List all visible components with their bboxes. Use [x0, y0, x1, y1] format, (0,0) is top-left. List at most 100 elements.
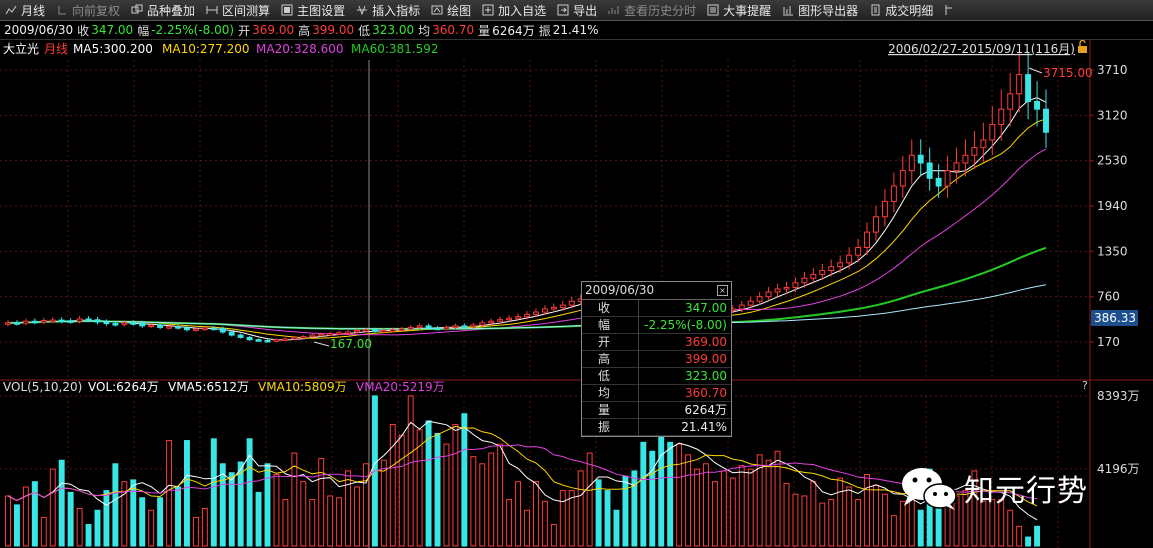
volume-bar — [873, 484, 879, 547]
volume-bar — [282, 499, 289, 547]
tooltip-value: 6264万 — [684, 403, 727, 417]
draw-icon — [431, 4, 443, 16]
quote-bar: 2009/06/30 收 347.00 幅 -2.25%(-8.00) 开 369.0… — [0, 21, 1153, 40]
toolbar-item-12[interactable]: 成交明细 — [864, 0, 939, 20]
volume-bar — [479, 463, 486, 547]
open-value: 369.00 — [252, 23, 295, 37]
tooltip-key: 开 — [582, 334, 639, 350]
volume-bar — [309, 499, 316, 547]
candle-body — [416, 325, 423, 328]
volume-bar — [694, 468, 700, 547]
news-icon — [707, 4, 719, 16]
volume-bar — [94, 509, 101, 547]
help-mark[interactable]: ? — [1082, 379, 1088, 392]
candle-body — [237, 334, 244, 338]
candle-body — [828, 266, 835, 272]
volume-bar — [255, 491, 262, 547]
volume-bar — [389, 423, 396, 547]
volume-bar — [703, 463, 709, 547]
toolbar-item-7[interactable]: 加入自选 — [477, 0, 552, 20]
candle-body — [175, 326, 181, 329]
toolbar-item-8[interactable]: 导出 — [552, 0, 603, 20]
watermark-text: 知元行势 — [964, 474, 1088, 509]
tooltip-key: 均 — [582, 385, 639, 401]
volume-bar — [264, 463, 271, 547]
tooltip-key: 低 — [582, 368, 639, 384]
volume-bar — [855, 499, 862, 547]
candle-body — [184, 327, 190, 331]
current-price: 386.33 — [1094, 311, 1136, 325]
watermark: 知元行势 — [900, 466, 1088, 510]
candle-body — [1007, 93, 1014, 110]
avg-label: 均 — [418, 23, 431, 38]
candle-body — [559, 304, 566, 308]
candle-body — [398, 328, 405, 331]
volume-bar — [1007, 509, 1014, 547]
toolbar-item-4[interactable]: 主图设置 — [276, 0, 351, 20]
candle-body — [371, 329, 378, 332]
candle-body — [801, 277, 808, 284]
date-range[interactable]: 2006/02/27-2015/09/11(116月) — [888, 42, 1075, 56]
candle-body — [362, 329, 369, 332]
tooltip-value: 347.00 — [685, 301, 727, 315]
toolbar-item-3[interactable]: 区间测算 — [201, 0, 276, 20]
toolbar-item-9[interactable]: 查看历史分时 — [603, 0, 702, 20]
tooltip-close-icon[interactable]: × — [717, 285, 728, 296]
settings-icon — [281, 4, 293, 16]
history-icon — [608, 4, 620, 16]
volume-bar — [658, 434, 665, 547]
volume-bar — [846, 486, 853, 547]
volume-bar — [67, 491, 74, 547]
volume-bar — [604, 490, 611, 547]
price-tick-label: 170 — [1097, 335, 1120, 349]
close-label: 收 — [77, 23, 90, 38]
candle-body — [255, 339, 262, 342]
vol-legend: VOL:6264万 — [88, 380, 159, 394]
volume-bar — [175, 486, 181, 547]
volume-bar — [747, 468, 754, 547]
toolbar-item-1[interactable]: 向前复权 — [51, 0, 126, 20]
vol-tick-top: 8393万 — [1097, 389, 1140, 403]
candle-body — [49, 319, 56, 323]
volume-bar — [595, 479, 602, 547]
close-value: 347.00 — [91, 23, 134, 37]
toolbar-item-0[interactable]: 月线 — [0, 0, 51, 20]
volume-bar — [729, 477, 736, 547]
export-icon — [557, 4, 569, 16]
volume-bar — [524, 509, 530, 547]
candle-body — [31, 320, 38, 324]
range-measure-icon — [206, 4, 218, 16]
candle-body — [452, 325, 459, 328]
price-tick-label: 1940 — [1097, 199, 1128, 213]
vma5-legend: VMA5:6512万 — [168, 380, 249, 394]
candle-body — [148, 324, 155, 328]
candle-body — [201, 327, 208, 331]
candle-body — [837, 262, 844, 268]
candle-body — [139, 322, 146, 327]
low-label: 低 — [358, 23, 371, 38]
candle-body — [497, 319, 504, 322]
toolbar-item-6[interactable]: 绘图 — [426, 0, 477, 20]
ma20-legend: MA20:328.600 — [256, 42, 344, 56]
tooltip-key: 幅 — [582, 317, 639, 333]
candle-body — [112, 323, 119, 326]
toolbar-item-5[interactable]: 插入指标 — [351, 0, 426, 20]
toolbar-item-10[interactable]: 大事提醒 — [702, 0, 777, 20]
candle-body — [103, 321, 110, 325]
volume-bar — [1016, 525, 1023, 547]
toolbar-item-label: 成交明细 — [885, 3, 934, 18]
volume-bar — [130, 479, 137, 547]
tooltip-date: 2009/06/30 — [585, 283, 655, 297]
toolbar-item-label: 品种叠加 — [147, 3, 196, 18]
toolbar-item-11[interactable]: 图形导出器 — [777, 0, 864, 20]
toolbar-item-label: 绘图 — [447, 3, 472, 18]
toolbar-item-2[interactable]: 品种叠加 — [126, 0, 201, 20]
ma60-legend: MA60:381.592 — [351, 42, 439, 56]
candle-body — [1025, 74, 1032, 103]
candle-body — [380, 329, 387, 333]
candle-body — [890, 185, 897, 202]
volume-bar — [488, 452, 495, 547]
volume-bar — [711, 481, 718, 547]
tooltip-row: 收 347.00 — [582, 300, 731, 317]
toolbar-more-icon[interactable] — [939, 0, 960, 20]
